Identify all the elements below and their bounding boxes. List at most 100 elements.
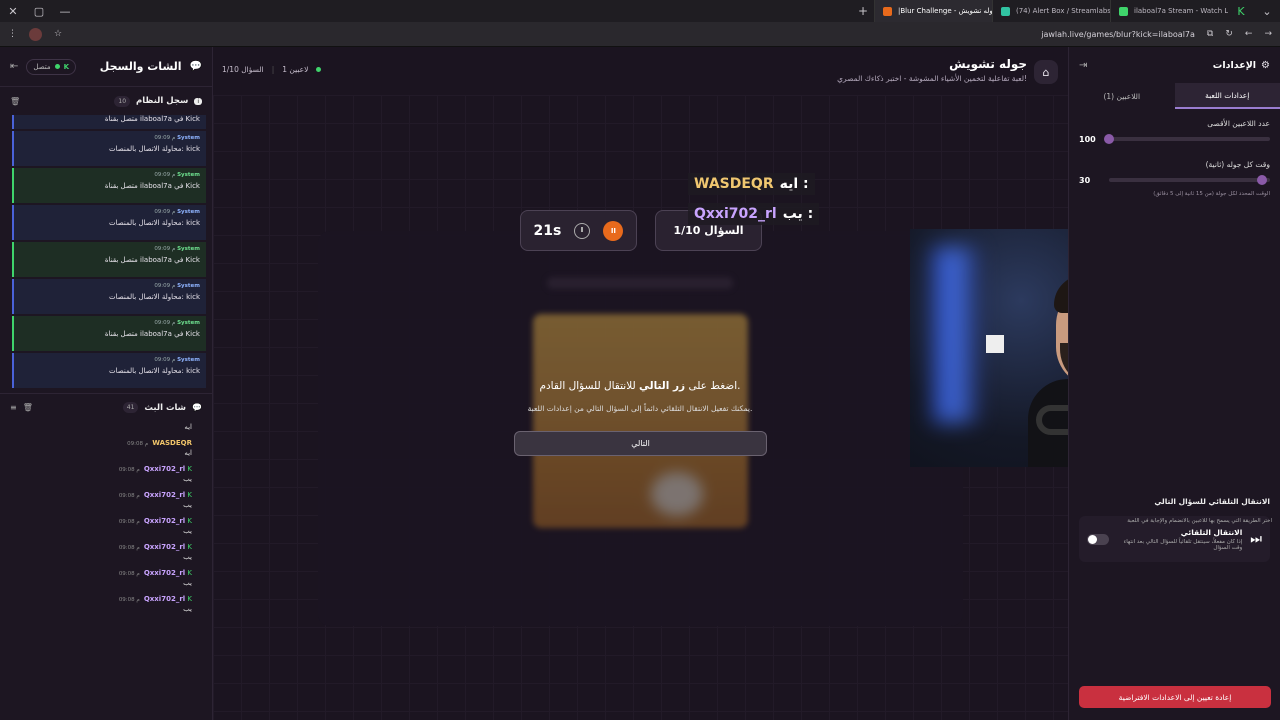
chat-bubble-icon: 💬 xyxy=(192,403,202,412)
settings-title: الإعدادات xyxy=(1212,59,1257,71)
round-time-slider[interactable]: 30 xyxy=(1069,169,1280,191)
round-time-label: وقت كل جوله (ثانية) xyxy=(1205,160,1270,169)
list-item: 09:09 م System محاولة الاتصال بالمنصات: … xyxy=(12,353,206,388)
back-icon[interactable]: ← xyxy=(1245,29,1253,39)
question-progress-text: السؤال 1/10 xyxy=(222,65,264,74)
tab-favicon-icon xyxy=(1001,6,1010,16)
address-bar: ⋮ ☆ jawlah.live/games/blur?kick=ilaboal7… xyxy=(0,22,1280,47)
browser-tab[interactable]: |Blur Challenge - جوله تشويش ✕ xyxy=(874,0,992,22)
round-time-value: 30 xyxy=(1079,175,1091,185)
tab-label: |Blur Challenge - جوله تشويش xyxy=(898,7,992,15)
page: ⇤ متصل K الشات والسجل 💬 🗑 10 سجل النظام i… xyxy=(0,47,1280,720)
extension-icon[interactable]: ⧉ xyxy=(1207,29,1213,39)
slider-track[interactable] xyxy=(1109,175,1270,185)
url-input[interactable]: jawlah.live/games/blur?kick=ilaboal7a xyxy=(1041,30,1195,39)
max-players-label: عدد اللاعبين الأقصى xyxy=(1207,119,1270,128)
list-item: 09:09 م System متصل بقناة ilaboal7a في K… xyxy=(12,316,206,351)
game-subtitle: لعبة تفاعلية لتخمين الأشياء المشوشة - اخ… xyxy=(837,74,1027,83)
system-log-title: سجل النظام xyxy=(136,96,189,106)
max-players-value: 100 xyxy=(1079,134,1096,144)
settings-header: ⇥ الإعدادات ⚙ xyxy=(1069,47,1280,83)
join-mode-note: اختر الطريقة التي يسمح بها للاعبين بالان… xyxy=(1127,518,1272,524)
browser-tab[interactable]: (74) Alert Box / Streamlabs ✕ xyxy=(992,0,1110,22)
live-chat-count: 41 xyxy=(122,402,139,413)
list-item: 09:09 م System محاولة الاتصال بالمنصات: … xyxy=(12,131,206,166)
list-item: 09:09 م System محاولة الاتصال بالمنصات: … xyxy=(12,279,206,314)
info-icon: i xyxy=(194,97,202,105)
clock-icon xyxy=(574,222,591,239)
tab-players[interactable]: اللاعبين (1) xyxy=(1069,83,1175,109)
align-icon[interactable]: ≡ xyxy=(10,403,17,412)
browser-tab-bar: ✕ ▢ — + |Blur Challenge - جوله تشويش ✕ (… xyxy=(0,0,1280,22)
timer-value: 21s xyxy=(533,222,562,239)
slider-handle[interactable] xyxy=(1104,134,1114,144)
reload-icon[interactable]: ↻ xyxy=(1225,29,1233,39)
new-tab-button[interactable]: + xyxy=(852,4,874,18)
auto-next-description: إذا كان مفعلاً، سينتقل تلقائياً للسؤال ا… xyxy=(1123,538,1243,551)
trash-icon[interactable]: 🗑 xyxy=(10,97,20,106)
system-log-count: 10 xyxy=(114,95,131,107)
chat-message: 09:08 م Qxxi702_rl K يب xyxy=(118,517,192,535)
chat-panel-title: الشات والسجل xyxy=(99,60,182,73)
overlay-chat-line: Qxxi702_rl يب : xyxy=(688,203,820,225)
tab-favicon-icon xyxy=(1119,6,1128,16)
menu-icon[interactable]: ⋮ xyxy=(8,29,17,39)
star-icon[interactable]: ☆ xyxy=(54,29,62,39)
game-overlay xyxy=(318,231,963,626)
list-item: متصل بقناة ilaboal7a في Kick xyxy=(12,115,206,129)
tab-game-settings[interactable]: إعدادات اللعبة xyxy=(1174,83,1280,109)
next-instruction: اضغط على زر التالي للانتقال للسؤال القاد… xyxy=(539,380,741,392)
settings-panel: ⇥ الإعدادات ⚙ اللاعبين (1) إعدادات اللعب… xyxy=(1068,47,1280,720)
chat-message: ايه xyxy=(184,423,192,431)
home-icon: ⌂ xyxy=(1042,65,1050,79)
round-time-note: الوقت المحدد لكل جولة (من 15 ثانية إلى 5… xyxy=(1153,191,1270,197)
auto-next-title: الانتقال التلقائي xyxy=(1180,527,1243,537)
collapse-panel-icon[interactable]: ⇤ xyxy=(10,61,18,72)
chat-message: 09:08 م Qxxi702_rl K يب xyxy=(118,465,192,483)
auto-next-section-title: الانتقال التلقائي للسؤال التالي xyxy=(1154,497,1270,506)
minimize-window-icon[interactable]: — xyxy=(52,5,78,18)
auto-next-toggle[interactable] xyxy=(1087,533,1109,545)
list-item: 09:09 م System محاولة الاتصال بالمنصات: … xyxy=(12,205,206,240)
chat-message: 09:08 م Qxxi702_rl K يب xyxy=(118,595,192,613)
live-chat-list[interactable]: ايه 09:08 م WASDEQR ايه 09:08 م Qxxi702_rl … xyxy=(0,423,212,613)
auto-next-hint: يمكنك تفعيل الانتقال التلقائي دائماً إلى… xyxy=(527,404,753,413)
close-window-icon[interactable]: ✕ xyxy=(0,5,26,18)
game-status-line: السؤال 1/10 | 1 لاعبين xyxy=(222,65,322,74)
system-log-header: 🗑 10 سجل النظام i xyxy=(0,87,212,115)
slider-handle[interactable] xyxy=(1256,175,1267,185)
chat-bubble-icon: 💬 xyxy=(189,61,202,72)
next-button[interactable]: التالي xyxy=(514,431,767,456)
settings-tabs: اللاعبين (1) إعدادات اللعبة xyxy=(1069,83,1280,109)
chat-panel-header: ⇤ متصل K الشات والسجل 💬 xyxy=(0,47,212,87)
profile-avatar[interactable] xyxy=(29,27,42,41)
tab-label: (74) Alert Box / Streamlabs xyxy=(1016,7,1110,15)
forward-icon[interactable]: → xyxy=(1264,29,1272,39)
chevron-down-icon[interactable]: ⌄ xyxy=(1254,5,1280,18)
game-title: جوله تشويش xyxy=(949,57,1027,71)
home-button[interactable]: ⌂ xyxy=(1034,60,1058,84)
browser-tab[interactable]: ilaboal7a Stream - Watch Live on ✕ xyxy=(1110,0,1228,22)
players-online-text: 1 لاعبين xyxy=(282,65,309,74)
reset-defaults-button[interactable]: إعادة تعيين إلى الاعدادات الافتراضية xyxy=(1079,686,1271,708)
timer-panel: 21s II xyxy=(520,210,637,251)
pause-button[interactable]: II xyxy=(603,220,624,241)
online-dot-icon xyxy=(316,67,322,72)
list-item: 09:09 م System متصل بقناة ilaboal7a في K… xyxy=(12,168,206,203)
live-chat-title: شات البث xyxy=(144,402,187,413)
kick-favicon-icon[interactable]: K xyxy=(1228,5,1254,18)
overlay-chat-line: WASDEQR ايه : xyxy=(688,173,815,195)
restore-window-icon[interactable]: ▢ xyxy=(26,5,52,18)
chat-panel: ⇤ متصل K الشات والسجل 💬 🗑 10 سجل النظام i… xyxy=(0,47,213,720)
chat-message: 09:08 م Qxxi702_rl K يب xyxy=(118,543,192,561)
chat-message: 09:08 م Qxxi702_rl K يب xyxy=(118,569,192,587)
tab-label: ilaboal7a Stream - Watch Live on xyxy=(1134,7,1228,15)
fast-forward-icon: ⏭ xyxy=(1250,531,1262,547)
system-log-list[interactable]: متصل بقناة ilaboal7a في Kick 09:09 م Sys… xyxy=(0,115,212,393)
collapse-panel-icon[interactable]: ⇥ xyxy=(1079,60,1087,71)
trash-icon[interactable]: 🗑 xyxy=(23,403,33,412)
chat-message: 09:08 م Qxxi702_rl K يب xyxy=(118,491,192,509)
max-players-slider[interactable]: 100 xyxy=(1069,128,1280,150)
slider-track[interactable] xyxy=(1104,134,1270,144)
tab-favicon-icon xyxy=(883,6,892,16)
